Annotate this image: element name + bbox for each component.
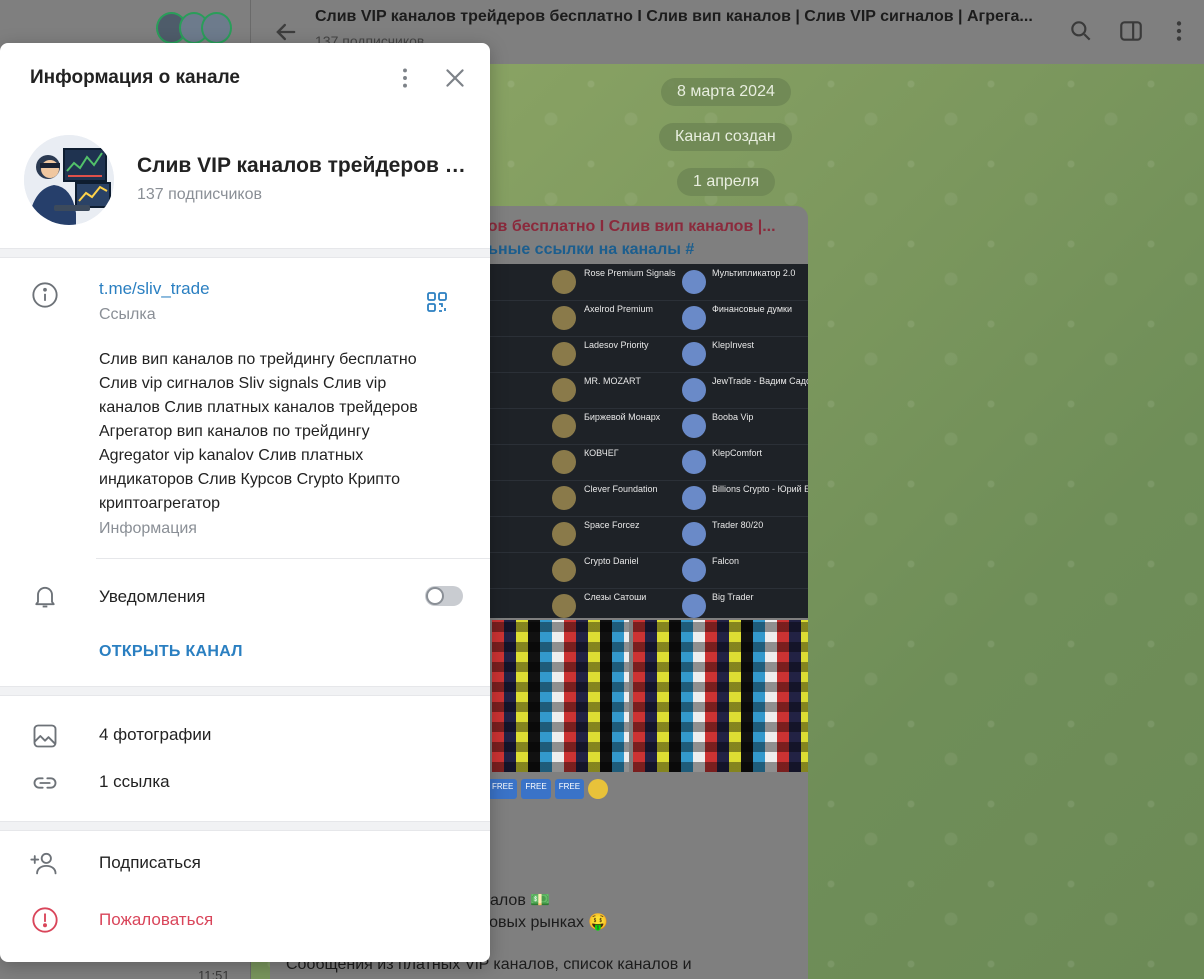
section-divider	[0, 686, 490, 696]
message-screenshot[interactable]: Rose Premium Signals Мультипликатор 2.0 A…	[484, 264, 808, 618]
list-item-title: KlepInvest	[712, 340, 755, 350]
notifications-toggle[interactable]	[425, 586, 463, 606]
list-item: Axelrod Premium Финансовые думки	[484, 300, 808, 337]
add-user-icon	[29, 849, 57, 877]
description-caption: Информация	[99, 520, 197, 537]
link-caption: Ссылка	[99, 306, 156, 323]
link-icon	[31, 769, 59, 797]
list-item: MR. MOZART JewTrade - Вадим Садо	[484, 372, 808, 409]
sunglasses-emoji-icon	[588, 779, 609, 799]
list-item-title: MR. MOZART	[584, 376, 641, 386]
free-tag: FREE	[521, 779, 551, 799]
report-icon	[31, 906, 59, 934]
list-item-title: Falcon	[712, 556, 740, 566]
avatar-mosaic-image[interactable]	[492, 620, 629, 772]
media-photos-item[interactable]: 4 фотографии	[99, 725, 211, 745]
date-pill: 1 апреля	[677, 168, 776, 196]
subscribe-button[interactable]: Подписаться	[99, 853, 201, 873]
message-text-line: алов 💵	[490, 892, 551, 909]
list-item-title: Clever Foundation	[584, 484, 658, 494]
list-item: Rose Premium Signals Мультипликатор 2.0	[484, 264, 808, 301]
date-pill: 8 марта 2024	[661, 78, 791, 106]
notifications-label: Уведомления	[99, 587, 206, 606]
chat-list-time: 11:51	[198, 968, 230, 979]
toggle-knob	[426, 587, 444, 605]
list-item-title: KlepComfort	[712, 448, 763, 458]
info-icon	[31, 281, 59, 309]
channel-info-dialog: Информация о канале Слив VIP каналов тре…	[0, 43, 490, 962]
close-icon[interactable]	[442, 65, 468, 91]
more-vertical-icon[interactable]	[1166, 18, 1192, 44]
back-arrow-icon[interactable]	[272, 18, 300, 46]
message-hashtag-line[interactable]: льные ссылки на каналы #	[478, 241, 694, 259]
free-tag: FREE	[554, 779, 585, 799]
media-links-item[interactable]: 1 ссылка	[99, 772, 170, 792]
list-item-title: Слезы Сатоши	[584, 592, 647, 602]
search-icon[interactable]	[1068, 18, 1094, 44]
report-button[interactable]: Пожаловаться	[99, 910, 213, 930]
message-forward-header[interactable]: ров бесплатно I Слив вип каналов |...	[478, 218, 776, 236]
chat-title[interactable]: Слив VIP каналов трейдеров бесплатно I С…	[315, 8, 1055, 26]
section-divider	[0, 821, 490, 831]
list-item-title: JewTrade - Вадим Садо	[712, 376, 808, 386]
service-message: Канал создан	[659, 123, 792, 151]
list-item-title: Axelrod Premium	[584, 304, 654, 314]
list-item-title: Space Forcez	[584, 520, 640, 530]
list-item-title: Биржевой Монарх	[584, 412, 661, 422]
list-item: КОВЧЕГ KlepComfort	[484, 444, 808, 481]
channel-description: Слив вип каналов по трейдингу бесплатно …	[99, 351, 418, 512]
list-item-title: Billions Crypto - Юрий Б	[712, 484, 808, 494]
list-item: Слезы Сатоши Big Trader	[484, 588, 808, 618]
list-item: Биржевой Монарх Booba Vip	[484, 408, 808, 445]
bell-icon	[31, 582, 59, 610]
list-item-title: Booba Vip	[712, 412, 754, 422]
message-text-line: товых рынках 🤑	[482, 914, 609, 931]
free-tag: FREE	[488, 779, 518, 799]
photo-icon	[31, 722, 59, 750]
list-item: Crypto Daniel Falcon	[484, 552, 808, 589]
list-item: Ladesov Priority KlepInvest	[484, 336, 808, 373]
qr-code-icon[interactable]	[425, 290, 449, 314]
list-item-title: Rose Premium Signals	[584, 268, 676, 278]
channel-link[interactable]: t.me/sliv_trade	[99, 279, 210, 299]
more-vertical-icon[interactable]	[392, 65, 418, 91]
list-item-title: Ladesov Priority	[584, 340, 649, 350]
dialog-header: Информация о канале	[0, 43, 490, 113]
avatar-mosaic-image[interactable]	[633, 620, 808, 772]
side-panel-icon[interactable]	[1118, 18, 1144, 44]
dialog-title: Информация о канале	[30, 67, 240, 88]
list-item-title: Финансовые думки	[712, 304, 792, 314]
avatar	[201, 12, 233, 44]
list-item: Clever Foundation Billions Crypto - Юрий …	[484, 480, 808, 517]
channel-name: Слив VIP каналов трейдеров б...	[137, 154, 467, 177]
section-divider	[0, 248, 490, 258]
list-item-title: КОВЧЕГ	[584, 448, 619, 458]
subscriber-count: 137 подписчиков	[137, 186, 262, 203]
channel-avatar[interactable]	[24, 135, 114, 225]
message-tags: FREE FREE FREE	[488, 779, 609, 799]
list-item-title: Trader 80/20	[712, 520, 764, 530]
list-item-title: Мультипликатор 2.0	[712, 268, 796, 278]
list-item-title: Crypto Daniel	[584, 556, 639, 566]
list-item-title: Big Trader	[712, 592, 754, 602]
row-divider	[96, 558, 490, 559]
list-item: Space Forcez Trader 80/20	[484, 516, 808, 553]
open-channel-button[interactable]: ОТКРЫТЬ КАНАЛ	[99, 643, 243, 661]
